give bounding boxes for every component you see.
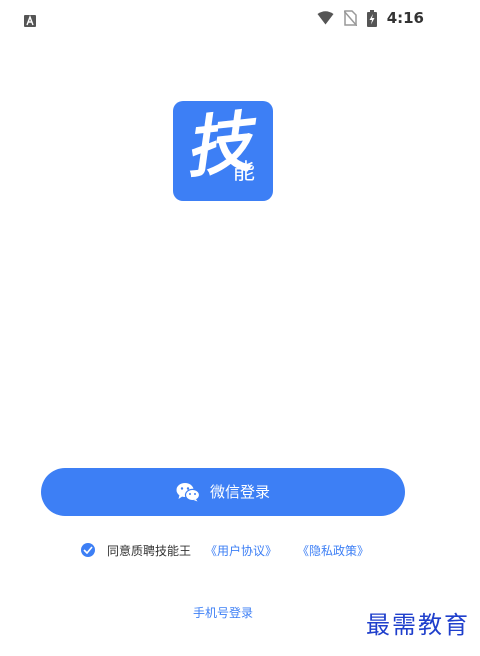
- agreement-row: 同意质聘技能王 《用户协议》 《隐私政策》: [81, 541, 389, 559]
- logo-sub-char: 能: [233, 160, 256, 185]
- status-right: 4:16: [317, 9, 424, 27]
- wechat-login-label: 微信登录: [209, 483, 270, 501]
- wifi-icon: [317, 11, 334, 25]
- no-sim-icon: [343, 10, 357, 26]
- wechat-login-button[interactable]: 微信登录: [41, 468, 405, 516]
- app-logo: 技 能: [173, 101, 273, 201]
- user-agreement-link[interactable]: 《用户协议》: [205, 542, 277, 559]
- status-time: 4:16: [386, 9, 424, 27]
- privacy-policy-link[interactable]: 《隐私政策》: [297, 542, 369, 559]
- battery-charging-icon: [366, 9, 377, 27]
- watermark: 最需教育: [366, 611, 470, 639]
- check-icon: [83, 546, 93, 554]
- agreement-checkbox[interactable]: [81, 543, 95, 557]
- a-icon: [24, 15, 36, 27]
- status-left: [24, 12, 36, 31]
- status-bar: 4:16: [0, 0, 480, 36]
- agreement-text: 同意质聘技能王: [107, 543, 192, 558]
- wechat-icon: [176, 483, 200, 502]
